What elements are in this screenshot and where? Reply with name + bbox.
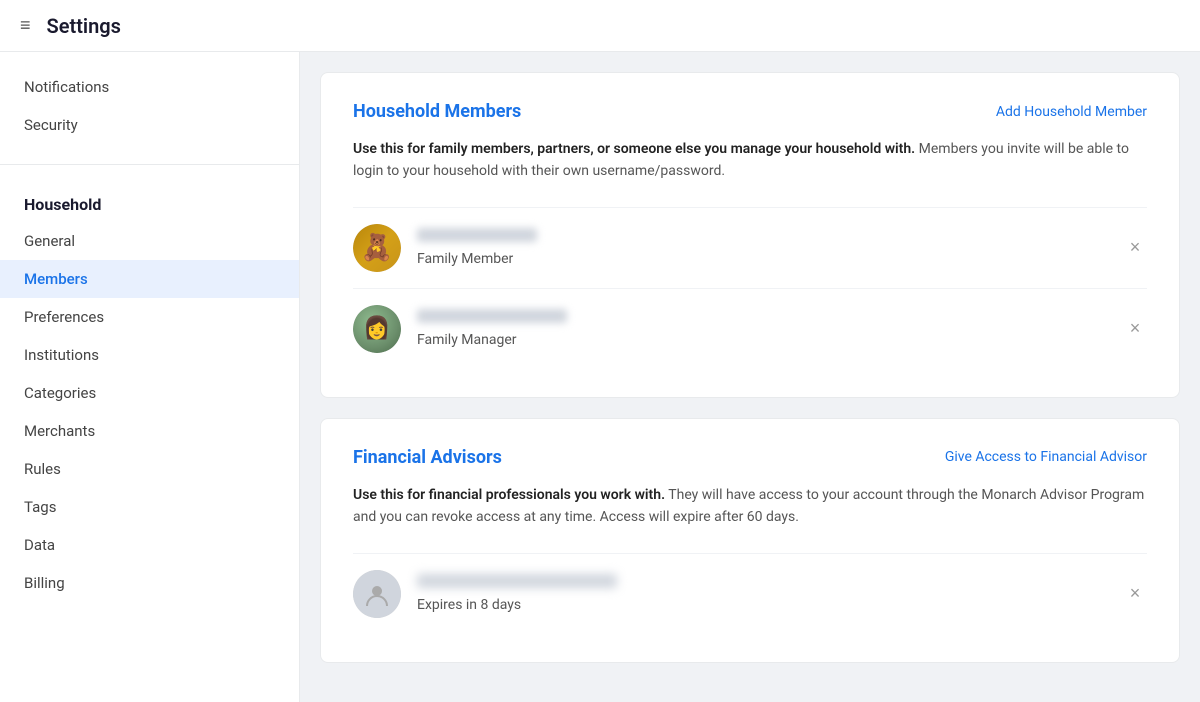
financial-advisors-description-bold: Use this for financial professionals you…	[353, 487, 665, 503]
sidebar-label-categories: Categories	[24, 384, 96, 402]
financial-advisors-card-header: Financial Advisors Give Access to Financ…	[353, 447, 1147, 468]
financial-advisors-title: Financial Advisors	[353, 447, 502, 468]
sidebar: Notifications Security Household General…	[0, 52, 300, 702]
member-row: 👩 Family Manager ×	[353, 288, 1147, 369]
main-layout: Notifications Security Household General…	[0, 52, 1200, 702]
advisor-1-expires: Expires in 8 days	[417, 597, 521, 613]
sidebar-item-data[interactable]: Data	[0, 526, 299, 564]
household-members-list: 🧸 Family Member × 👩 Family Manag	[353, 207, 1147, 369]
financial-advisors-card: Financial Advisors Give Access to Financ…	[320, 418, 1180, 663]
main-content: Household Members Add Household Member U…	[300, 52, 1200, 702]
sidebar-item-security[interactable]: Security	[0, 106, 299, 144]
sidebar-label-tags: Tags	[24, 498, 56, 516]
sidebar-label-data: Data	[24, 536, 55, 554]
member-row: 🧸 Family Member ×	[353, 207, 1147, 288]
generic-avatar-icon	[353, 570, 401, 618]
add-household-member-button[interactable]: Add Household Member	[996, 104, 1147, 120]
financial-advisors-description: Use this for financial professionals you…	[353, 484, 1147, 529]
sidebar-item-categories[interactable]: Categories	[0, 374, 299, 412]
sidebar-item-preferences[interactable]: Preferences	[0, 298, 299, 336]
sidebar-top-section: Notifications Security	[0, 52, 299, 160]
sidebar-item-institutions[interactable]: Institutions	[0, 336, 299, 374]
household-members-description-bold: Use this for family members, partners, o…	[353, 141, 915, 157]
member-2-remove-button[interactable]: ×	[1123, 317, 1147, 341]
menu-icon[interactable]: ≡	[20, 15, 31, 36]
advisor-1-info: Expires in 8 days	[417, 574, 1123, 613]
member-2-avatar: 👩	[353, 305, 401, 353]
sidebar-label-security: Security	[24, 116, 78, 134]
page-title: Settings	[47, 14, 121, 38]
sidebar-label-members: Members	[24, 270, 88, 288]
sidebar-label-institutions: Institutions	[24, 346, 99, 364]
sidebar-item-merchants[interactable]: Merchants	[0, 412, 299, 450]
sidebar-divider	[0, 164, 299, 165]
member-2-role: Family Manager	[417, 332, 517, 348]
sidebar-label-billing: Billing	[24, 574, 65, 592]
sidebar-group-household: Household	[0, 185, 299, 222]
member-1-avatar: 🧸	[353, 224, 401, 272]
household-members-title: Household Members	[353, 101, 521, 122]
sidebar-item-general[interactable]: General	[0, 222, 299, 260]
sidebar-household-section: Household General Members Preferences In…	[0, 169, 299, 618]
member-2-info: Family Manager	[417, 309, 1123, 348]
household-members-card-header: Household Members Add Household Member	[353, 101, 1147, 122]
advisors-list: Expires in 8 days ×	[353, 553, 1147, 634]
sidebar-label-rules: Rules	[24, 460, 61, 478]
member-1-name-blurred	[417, 228, 537, 242]
member-1-remove-button[interactable]: ×	[1123, 236, 1147, 260]
sidebar-item-rules[interactable]: Rules	[0, 450, 299, 488]
give-access-advisor-button[interactable]: Give Access to Financial Advisor	[945, 449, 1147, 465]
sidebar-item-billing[interactable]: Billing	[0, 564, 299, 602]
app-header: ≡ Settings	[0, 0, 1200, 52]
sidebar-item-tags[interactable]: Tags	[0, 488, 299, 526]
woman-avatar-icon: 👩	[353, 305, 401, 353]
member-1-info: Family Member	[417, 228, 1123, 267]
advisor-1-remove-button[interactable]: ×	[1123, 582, 1147, 606]
sidebar-label-merchants: Merchants	[24, 422, 95, 440]
sidebar-label-notifications: Notifications	[24, 78, 109, 96]
advisor-row: Expires in 8 days ×	[353, 553, 1147, 634]
sidebar-item-notifications[interactable]: Notifications	[0, 68, 299, 106]
sidebar-label-preferences: Preferences	[24, 308, 104, 326]
sidebar-item-members[interactable]: Members	[0, 260, 299, 298]
bear-avatar-icon: 🧸	[353, 224, 401, 272]
advisor-1-name-blurred	[417, 574, 617, 588]
sidebar-label-general: General	[24, 232, 75, 250]
household-members-description: Use this for family members, partners, o…	[353, 138, 1147, 183]
household-members-card: Household Members Add Household Member U…	[320, 72, 1180, 398]
advisor-1-avatar	[353, 570, 401, 618]
member-1-role: Family Member	[417, 251, 513, 267]
member-2-name-blurred	[417, 309, 567, 323]
